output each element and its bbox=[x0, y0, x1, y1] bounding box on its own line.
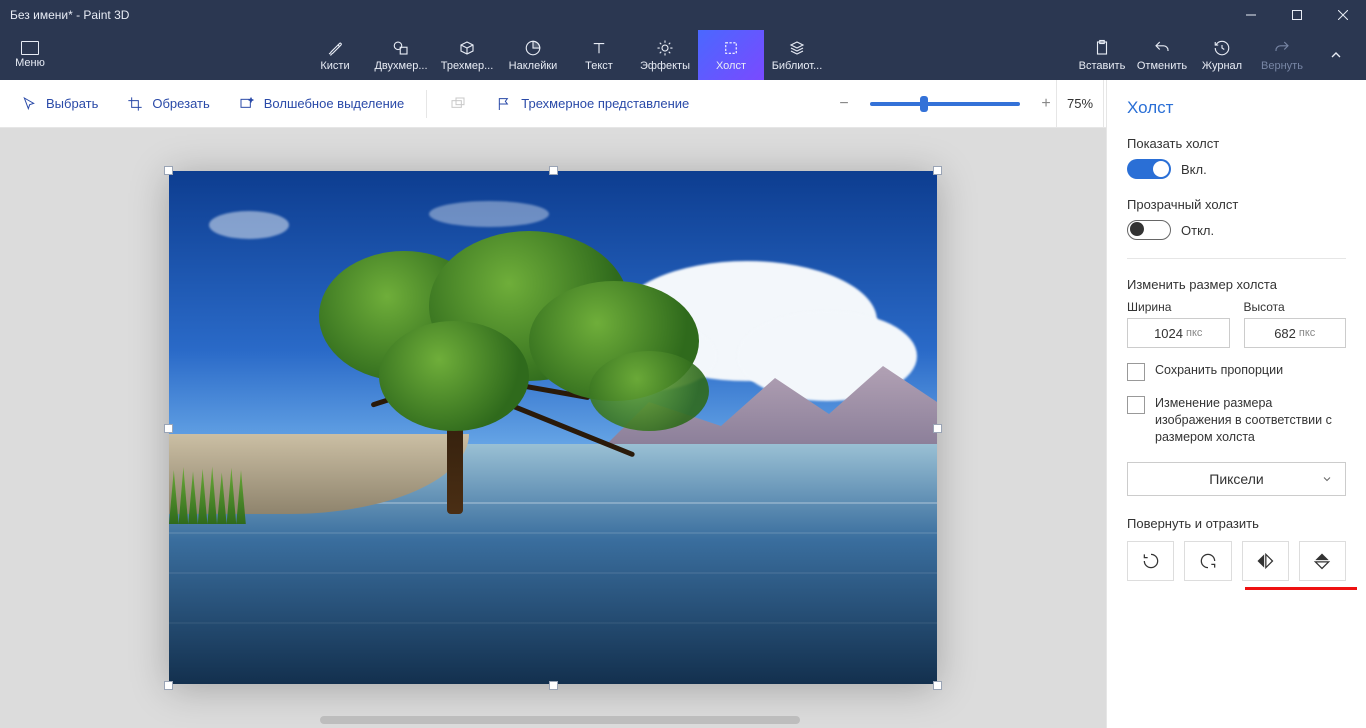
mixed-reality-icon bbox=[449, 95, 467, 113]
collapse-panel-button[interactable] bbox=[1312, 30, 1360, 80]
rotate-ccw-button[interactable] bbox=[1127, 541, 1174, 581]
zoom-slider-thumb[interactable] bbox=[920, 96, 928, 112]
panel-divider bbox=[1127, 258, 1346, 259]
menu-icon bbox=[21, 41, 39, 55]
minimize-button[interactable] bbox=[1228, 0, 1274, 30]
history-button[interactable]: Журнал bbox=[1192, 30, 1252, 80]
rotate-flip-header: Повернуть и отразить bbox=[1127, 516, 1346, 531]
close-button[interactable] bbox=[1320, 0, 1366, 30]
tab-text[interactable]: Текст bbox=[566, 30, 632, 80]
paste-icon bbox=[1093, 39, 1111, 57]
tab-effects[interactable]: Эффекты bbox=[632, 30, 698, 80]
zoom-in-button[interactable]: + bbox=[1036, 95, 1056, 113]
tab-library[interactable]: Библиот... bbox=[764, 30, 830, 80]
menu-label: Меню bbox=[15, 57, 45, 69]
width-label: Ширина bbox=[1127, 300, 1230, 314]
height-label: Высота bbox=[1244, 300, 1347, 314]
chevron-down-icon bbox=[1321, 473, 1333, 485]
height-input[interactable]: 682пкс bbox=[1244, 318, 1347, 348]
paste-button[interactable]: Вставить bbox=[1072, 30, 1132, 80]
resize-image-label: Изменение размера изображения в соответс… bbox=[1155, 395, 1346, 446]
canvas-image[interactable] bbox=[169, 171, 937, 684]
3d-view-button[interactable]: Трехмерное представление bbox=[485, 91, 699, 117]
width-input[interactable]: 1024пкс bbox=[1127, 318, 1230, 348]
show-canvas-label: Показать холст bbox=[1127, 136, 1346, 151]
show-canvas-state: Вкл. bbox=[1181, 162, 1207, 177]
tab-canvas[interactable]: Холст bbox=[698, 30, 764, 80]
tab-stickers[interactable]: Наклейки bbox=[500, 30, 566, 80]
rotate-cw-icon bbox=[1198, 551, 1218, 571]
resize-handle-e[interactable] bbox=[933, 424, 942, 433]
select-button[interactable]: Выбрать bbox=[10, 91, 108, 117]
resize-handle-ne[interactable] bbox=[933, 166, 942, 175]
zoom-slider[interactable] bbox=[870, 102, 1020, 106]
resize-handle-n[interactable] bbox=[549, 166, 558, 175]
zoom-percent[interactable]: 75% bbox=[1056, 80, 1104, 128]
cursor-icon bbox=[20, 95, 38, 113]
keep-aspect-label: Сохранить пропорции bbox=[1155, 362, 1283, 379]
annotation-underline bbox=[1245, 587, 1357, 590]
stickers-icon bbox=[524, 39, 542, 57]
redo-icon bbox=[1273, 39, 1291, 57]
mixed-reality-button[interactable] bbox=[439, 91, 477, 117]
resize-canvas-header: Изменить размер холста bbox=[1127, 277, 1346, 292]
show-canvas-toggle[interactable] bbox=[1127, 159, 1171, 179]
resize-handle-sw[interactable] bbox=[164, 681, 173, 690]
transparent-canvas-label: Прозрачный холст bbox=[1127, 197, 1346, 212]
rotate-cw-button[interactable] bbox=[1184, 541, 1231, 581]
crop-button[interactable]: Обрезать bbox=[116, 91, 219, 117]
right-commands: Вставить Отменить Журнал Вернуть bbox=[1072, 30, 1366, 80]
flip-vertical-button[interactable] bbox=[1299, 541, 1346, 581]
undo-button[interactable]: Отменить bbox=[1132, 30, 1192, 80]
resize-handle-nw[interactable] bbox=[164, 166, 173, 175]
brush-icon bbox=[326, 39, 344, 57]
magic-select-button[interactable]: Волшебное выделение bbox=[228, 91, 415, 117]
keep-aspect-checkbox[interactable] bbox=[1127, 363, 1145, 381]
horizontal-scrollbar[interactable] bbox=[320, 716, 800, 724]
titlebar: Без имени* - Paint 3D bbox=[0, 0, 1366, 30]
flip-horizontal-button[interactable] bbox=[1242, 541, 1289, 581]
units-dropdown[interactable]: Пиксели bbox=[1127, 462, 1346, 496]
tab-3d[interactable]: Трехмер... bbox=[434, 30, 500, 80]
maximize-button[interactable] bbox=[1274, 0, 1320, 30]
top-command-bar: Меню Кисти Двухмер... Трехмер... Наклейк… bbox=[0, 30, 1366, 80]
chevron-up-icon bbox=[1328, 47, 1344, 63]
tab-2d[interactable]: Двухмер... bbox=[368, 30, 434, 80]
resize-handle-se[interactable] bbox=[933, 681, 942, 690]
resize-handle-w[interactable] bbox=[164, 424, 173, 433]
transparent-canvas-state: Откл. bbox=[1181, 223, 1214, 238]
resize-handle-s[interactable] bbox=[549, 681, 558, 690]
effects-icon bbox=[656, 39, 674, 57]
canvas-panel: Холст Показать холст Вкл. Прозрачный хол… bbox=[1106, 80, 1366, 728]
toolbar-separator bbox=[426, 90, 427, 118]
zoom-out-button[interactable]: − bbox=[834, 95, 854, 113]
shapes-2d-icon bbox=[392, 39, 410, 57]
flip-vertical-icon bbox=[1312, 551, 1332, 571]
window-title: Без имени* - Paint 3D bbox=[10, 8, 129, 22]
undo-icon bbox=[1153, 39, 1171, 57]
magic-select-icon bbox=[238, 95, 256, 113]
canvas-icon bbox=[722, 39, 740, 57]
tab-brushes[interactable]: Кисти bbox=[302, 30, 368, 80]
shapes-3d-icon bbox=[458, 39, 476, 57]
crop-icon bbox=[126, 95, 144, 113]
text-icon bbox=[590, 39, 608, 57]
zoom-controls: − + bbox=[834, 95, 1056, 113]
panel-title: Холст bbox=[1127, 98, 1346, 118]
flag-icon bbox=[495, 95, 513, 113]
redo-button[interactable]: Вернуть bbox=[1252, 30, 1312, 80]
tool-tabs: Кисти Двухмер... Трехмер... Наклейки Тек… bbox=[60, 30, 1072, 80]
library-icon bbox=[788, 39, 806, 57]
transparent-canvas-toggle[interactable] bbox=[1127, 220, 1171, 240]
rotate-ccw-icon bbox=[1141, 551, 1161, 571]
workspace bbox=[0, 128, 1106, 728]
flip-horizontal-icon bbox=[1255, 551, 1275, 571]
menu-button[interactable]: Меню bbox=[0, 30, 60, 80]
resize-image-checkbox[interactable] bbox=[1127, 396, 1145, 414]
history-icon bbox=[1213, 39, 1231, 57]
